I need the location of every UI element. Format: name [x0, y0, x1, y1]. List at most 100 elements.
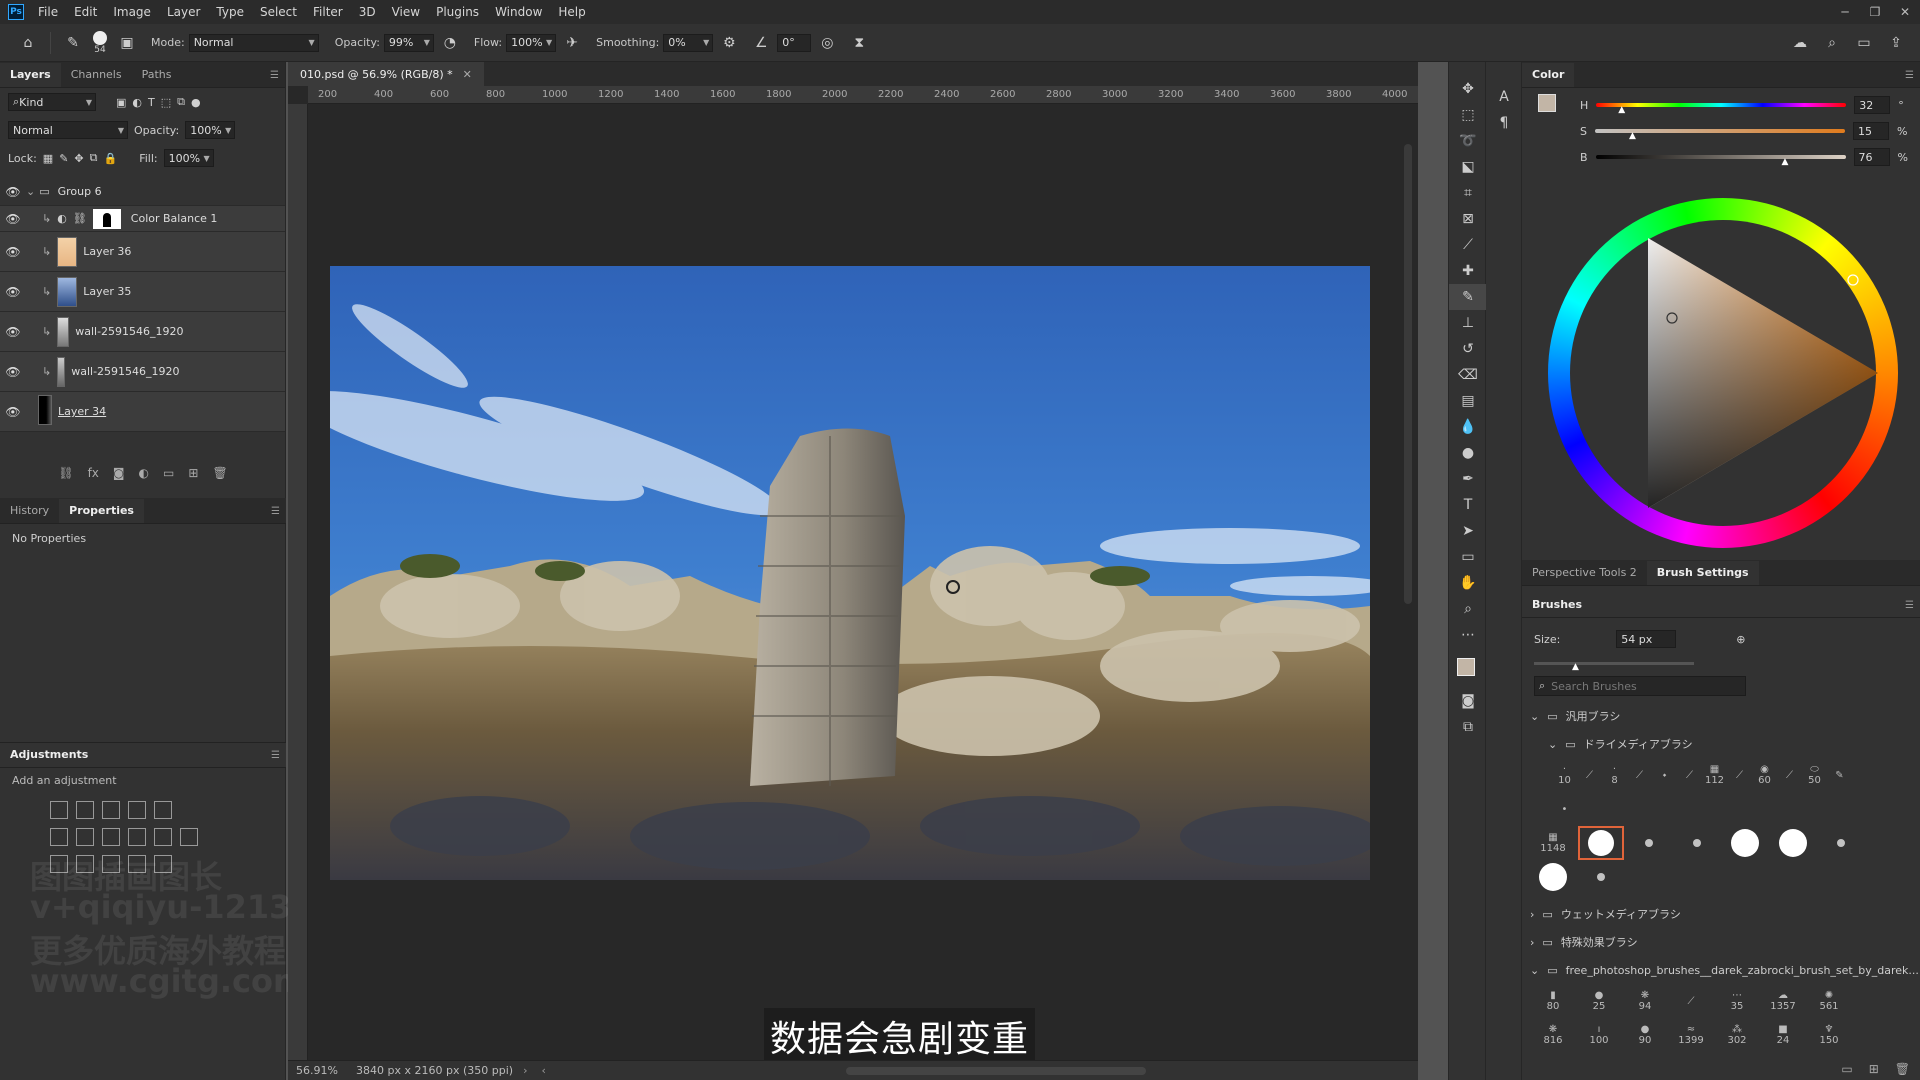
zoom-tool-icon[interactable]: ⌕ [1449, 596, 1487, 622]
gradient-tool-icon[interactable]: ▤ [1449, 388, 1487, 414]
brush-folder[interactable]: ⌄ ▭ 汎用ブラシ [1522, 702, 1920, 730]
brush-tool-preset-icon[interactable]: ✎ [61, 31, 85, 55]
share-icon[interactable]: ⇪ [1884, 31, 1908, 55]
pressure-opacity-icon[interactable]: ◔ [438, 31, 462, 55]
panel-menu-icon[interactable]: ☰ [271, 750, 280, 761]
menu-type[interactable]: Type [208, 5, 252, 19]
character-panel-icon[interactable]: A [1486, 84, 1522, 110]
chevron-right-icon[interactable]: › [523, 1064, 527, 1077]
brush-folder[interactable]: ⌄ ▭ ドライメディアブラシ [1522, 730, 1920, 758]
slider-handle-icon[interactable]: ▲ [1572, 662, 1579, 672]
black-white-icon[interactable] [102, 828, 120, 846]
mode-select[interactable]: Normal ▼ [188, 33, 319, 52]
color-wheel[interactable] [1548, 198, 1898, 548]
filter-smart-icon[interactable]: ⧉ [177, 95, 185, 109]
brush-preset[interactable] [1530, 860, 1576, 894]
layer-row[interactable]: 👁 ↳ Layer 35 [0, 272, 285, 312]
brush-size-input[interactable]: 54 px [1616, 630, 1677, 648]
frame-tool-icon[interactable]: ⊠ [1449, 206, 1487, 232]
filter-adjustment-icon[interactable]: ◐ [132, 96, 142, 109]
pen-tool-icon[interactable]: ✒ [1449, 466, 1487, 492]
eye-icon[interactable]: 👁 [0, 285, 26, 299]
color-balance-icon[interactable] [76, 828, 94, 846]
close-icon[interactable]: ✕ [1890, 0, 1920, 24]
brush-preset[interactable]: ✺ 561 [1806, 984, 1852, 1018]
menu-plugins[interactable]: Plugins [428, 5, 487, 19]
menu-help[interactable]: Help [550, 5, 593, 19]
path-select-tool-icon[interactable]: ➤ [1449, 518, 1487, 544]
kind-filter-select[interactable]: ⌕ Kind ▼ [8, 93, 96, 111]
brush-preset[interactable]: ⟋ [1668, 984, 1714, 1018]
fill-input[interactable]: 100% ▼ [163, 149, 214, 167]
create-brush-icon[interactable]: ⊕ [1736, 633, 1745, 646]
marquee-tool-icon[interactable]: ⬚ [1449, 102, 1487, 128]
brush-preset[interactable]: ▦ 112 [1702, 758, 1727, 792]
brush-preset[interactable]: ⋯ 35 [1714, 984, 1760, 1018]
eyedropper-tool-icon[interactable]: ⟋ [1449, 232, 1487, 258]
brush-preset[interactable]: ■ 24 [1760, 1018, 1806, 1052]
brush-search-input[interactable]: ⌕ Search Brushes [1534, 676, 1746, 696]
eye-icon[interactable]: 👁 [0, 405, 26, 419]
filter-toggle-icon[interactable]: ● [191, 96, 201, 109]
layer-row[interactable]: 👁 ↳ wall-2591546_1920 [0, 352, 285, 392]
slider-handle-icon[interactable]: ▲ [1629, 131, 1636, 141]
lock-all-icon[interactable]: 🔒 [104, 152, 118, 165]
menu-layer[interactable]: Layer [159, 5, 208, 19]
panel-menu-icon[interactable]: ☰ [1905, 600, 1914, 611]
slider-handle-icon[interactable]: ▲ [1618, 105, 1625, 115]
brush-preset[interactable] [1770, 826, 1816, 860]
tab-channels[interactable]: Channels [61, 63, 132, 87]
hue-input[interactable]: 32 [1854, 96, 1891, 114]
menu-filter[interactable]: Filter [305, 5, 351, 19]
menu-window[interactable]: Window [487, 5, 550, 19]
airbrush-icon[interactable]: ✈ [560, 31, 584, 55]
layer-row[interactable]: 👁 ↳ wall-2591546_1920 [0, 312, 285, 352]
toolbar-grip[interactable] [1449, 62, 1485, 76]
horizontal-scrollbar[interactable] [845, 1066, 1146, 1075]
panel-menu-icon[interactable]: ☰ [271, 506, 280, 517]
eye-icon[interactable]: 👁 [0, 325, 26, 339]
gear-icon[interactable]: ⚙ [717, 31, 741, 55]
exposure-icon[interactable] [128, 801, 146, 819]
paragraph-panel-icon[interactable]: ¶ [1486, 110, 1522, 136]
brush-preset[interactable] [1578, 860, 1624, 894]
tab-perspective-tools[interactable]: Perspective Tools 2 [1522, 561, 1647, 585]
minimize-icon[interactable]: ─ [1830, 0, 1860, 24]
brush-preset[interactable] [1818, 826, 1864, 860]
link-layers-icon[interactable]: ⛓ [58, 466, 73, 488]
layer-row[interactable]: 👁 ↳ ◐ ⛓ Color Balance 1 [0, 206, 285, 232]
pressure-size-icon[interactable]: ◎ [815, 31, 839, 55]
workspace-icon[interactable]: ▭ [1852, 31, 1876, 55]
hue-slider[interactable]: ▲ [1596, 103, 1847, 115]
lock-transparency-icon[interactable]: ▦ [43, 152, 53, 165]
chevron-left-icon[interactable]: ‹ [541, 1064, 545, 1077]
filter-pixel-icon[interactable]: ▣ [116, 96, 126, 109]
layer-row[interactable]: 👁 Layer 34 [0, 392, 285, 432]
brush-preset[interactable] [1674, 826, 1720, 860]
channel-mixer-icon[interactable] [154, 828, 172, 846]
lasso-tool-icon[interactable]: ➰ [1449, 128, 1487, 154]
tab-paths[interactable]: Paths [132, 63, 182, 87]
brush-preset[interactable] [1722, 826, 1768, 860]
menu-3d[interactable]: 3D [351, 5, 384, 19]
tab-history[interactable]: History [0, 499, 59, 523]
new-adjustment-icon[interactable]: ◐ [139, 466, 149, 488]
brush-preset-selected[interactable] [1578, 826, 1624, 860]
brush-preset[interactable]: ♆ 150 [1806, 1018, 1852, 1052]
saturation-input[interactable]: 15 [1852, 122, 1889, 140]
brightness-input[interactable]: 76 [1853, 148, 1890, 166]
restore-icon[interactable]: ❐ [1860, 0, 1890, 24]
fx-icon[interactable]: fx [88, 466, 99, 488]
brush-preset[interactable]: ı 100 [1576, 1018, 1622, 1052]
tab-color[interactable]: Color [1522, 63, 1575, 87]
rectangle-tool-icon[interactable]: ▭ [1449, 544, 1487, 570]
filter-type-icon[interactable]: T [148, 96, 155, 109]
blur-tool-icon[interactable]: 💧 [1449, 414, 1487, 440]
lock-paint-icon[interactable]: ✎ [59, 152, 68, 165]
angle-input[interactable]: 0° [777, 33, 812, 52]
brush-preset[interactable]: ⟋ [1777, 758, 1802, 792]
brush-preset[interactable]: ⟋ [1577, 758, 1602, 792]
brightness-slider[interactable]: ▲ [1595, 155, 1846, 167]
color-lookup-icon[interactable] [180, 828, 198, 846]
brush-preset[interactable]: ⟋ [1677, 758, 1702, 792]
